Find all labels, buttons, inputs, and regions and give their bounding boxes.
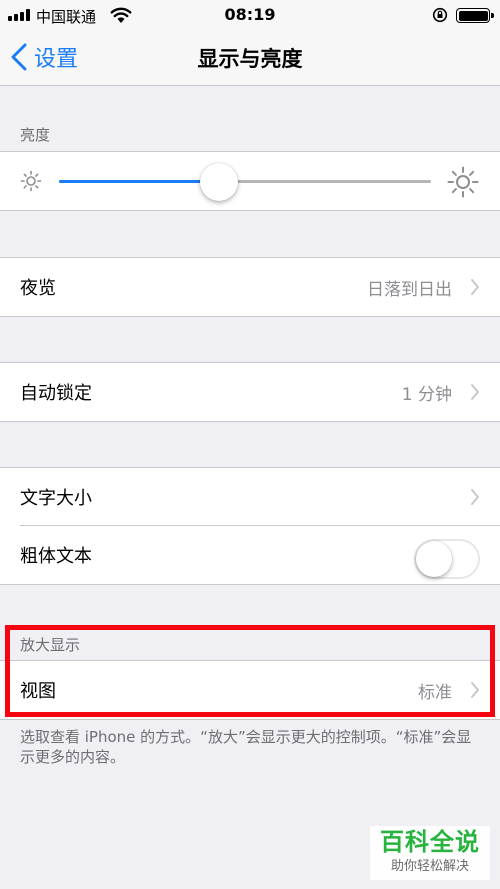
brightness-slider[interactable] — [59, 163, 431, 201]
view-label: 视图 — [20, 681, 56, 702]
battery-icon — [456, 8, 494, 23]
night-shift-group: 夜览 日落到日出 — [0, 257, 500, 317]
night-shift-value: 日落到日出 — [367, 279, 452, 300]
display-zoom-footer: 选取查看 iPhone 的方式。“放大”会显示更大的控制项。“标准”会显示更多的… — [20, 728, 472, 766]
text-size-label: 文字大小 — [20, 488, 92, 509]
sun-small-icon — [20, 170, 42, 192]
brightness-slider-thumb[interactable] — [199, 163, 238, 201]
orientation-lock-icon — [432, 7, 448, 23]
chevron-right-icon — [471, 384, 479, 400]
night-shift-row[interactable]: 夜览 日落到日出 — [0, 258, 500, 316]
navigation-bar: 设置 显示与亮度 — [0, 30, 500, 86]
auto-lock-row[interactable]: 自动锁定 1 分钟 — [0, 363, 500, 421]
display-zoom-section-header: 放大显示 — [20, 636, 81, 654]
brightness-group — [0, 151, 500, 211]
brightness-slider-fill — [59, 180, 219, 183]
night-shift-label: 夜览 — [20, 278, 56, 299]
chevron-right-icon — [471, 489, 479, 505]
auto-lock-group: 自动锁定 1 分钟 — [0, 362, 500, 422]
watermark-title: 百科全说 — [380, 828, 480, 856]
page-title: 显示与亮度 — [197, 47, 303, 71]
display-zoom-group: 视图 标准 — [0, 660, 500, 720]
display-zoom-view-row[interactable]: 视图 标准 — [0, 661, 500, 719]
watermark-logo: 百科全说 助你轻松解决 — [370, 826, 490, 880]
text-group: 文字大小 粗体文本 — [0, 467, 500, 585]
auto-lock-value: 1 分钟 — [401, 384, 452, 405]
status-bar: 中国联通 08:19 — [0, 0, 500, 30]
auto-lock-label: 自动锁定 — [20, 383, 92, 404]
brightness-slider-row — [0, 152, 500, 210]
bold-text-toggle[interactable] — [414, 539, 480, 579]
text-size-row[interactable]: 文字大小 — [0, 468, 500, 526]
bold-text-row: 粗体文本 — [0, 526, 500, 584]
clock: 08:19 — [224, 5, 276, 24]
chevron-right-icon — [471, 279, 479, 295]
watermark-subtitle: 助你轻松解决 — [390, 859, 469, 874]
brightness-section-header: 亮度 — [20, 126, 51, 144]
toggle-knob — [416, 541, 452, 577]
bold-text-label: 粗体文本 — [20, 546, 92, 567]
view-value: 标准 — [418, 682, 452, 703]
battery-fill — [458, 10, 488, 21]
chevron-right-icon — [471, 682, 479, 698]
sun-large-icon — [447, 166, 479, 198]
